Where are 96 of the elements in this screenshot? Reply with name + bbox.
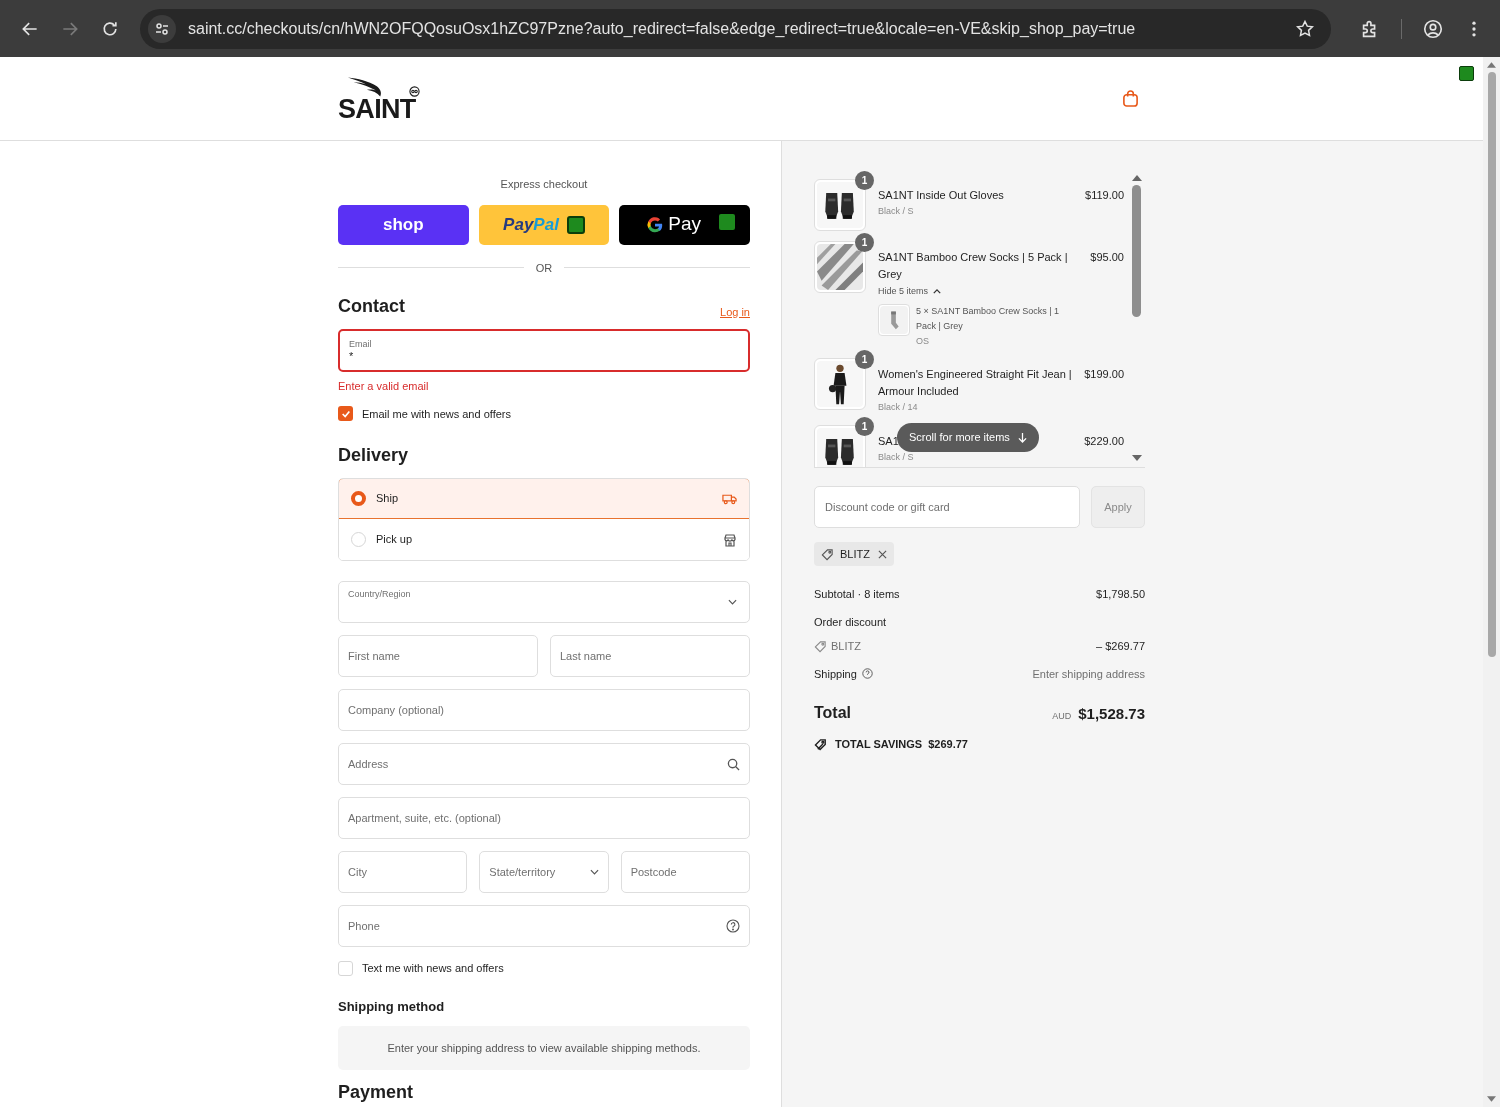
scroll-up-arrow-icon[interactable]	[1131, 175, 1142, 181]
checkbox-label: Email me with news and offers	[362, 406, 511, 422]
delivery-option[interactable]: Ship	[339, 479, 749, 519]
shop-pay-button[interactable]: shop	[338, 204, 469, 245]
google-pay-button[interactable]: Pay	[619, 204, 750, 245]
quantity-badge: 1	[855, 233, 874, 252]
product-price: $95.00	[1090, 250, 1124, 265]
toggle-link[interactable]: Hide 5 items	[878, 285, 942, 299]
product-title: SA1NT Bamboo Crew Socks | 5 Pack | Grey	[878, 250, 1069, 282]
scrollbar-thumb[interactable]	[1487, 72, 1496, 657]
input-field[interactable]: Phone	[338, 905, 750, 947]
product-variant: Black / 14	[878, 400, 919, 414]
summary-label: Order discount	[814, 614, 888, 630]
input-field[interactable]: Company (optional)	[338, 689, 750, 731]
radio-button[interactable]	[351, 491, 366, 506]
input-field[interactable]: First name	[338, 635, 538, 677]
help-icon[interactable]	[726, 919, 740, 933]
checkbox-label: Text me with news and offers	[362, 961, 504, 976]
shopping-bag-icon[interactable]	[1122, 89, 1139, 108]
discount-tag: BLITZ	[814, 542, 894, 566]
option-label: Pick up	[376, 532, 414, 548]
search-icon	[727, 757, 740, 771]
scroll-up-arrow-icon[interactable]	[1487, 62, 1496, 68]
option-label: Ship	[376, 491, 400, 507]
quantity-badge: 1	[855, 349, 874, 369]
summary-value: Enter shipping address	[1032, 666, 1145, 682]
bundle-item-title: 5 × SA1NT Bamboo Crew Socks | 1 Pack | Grey	[916, 304, 1060, 333]
truck-icon	[722, 492, 737, 505]
section-heading: Payment	[338, 1082, 414, 1102]
scroll-down-arrow-icon[interactable]	[1131, 455, 1142, 461]
input-field[interactable]: Postcode	[620, 851, 750, 893]
summary-value: $1,798.50	[1096, 587, 1145, 602]
profile-icon[interactable]	[1422, 17, 1444, 40]
product-title: SA1NT Inside Out Gloves	[878, 188, 1004, 203]
select-field[interactable]: Country/Region	[338, 581, 750, 623]
scroll-down-arrow-icon[interactable]	[1487, 1096, 1496, 1102]
checkbox[interactable]	[338, 960, 353, 976]
address-bar[interactable]: saint.cc/checkouts/cn/hWN2OFQQosuOsx1hZC97Pzne?auto_redirect=false&edge_redirect=true&locale=en-VE&skip_shop_pay=true	[140, 8, 1331, 49]
logo-text: SAINT	[338, 95, 416, 122]
savings-value: $269.77	[928, 737, 968, 752]
product-variant: OS	[916, 334, 930, 348]
help-icon[interactable]	[861, 668, 873, 680]
product-price: $199.00	[1084, 366, 1124, 382]
google-g-icon	[646, 215, 665, 234]
tag-icon	[821, 547, 834, 561]
url-text: saint.cc/checkouts/cn/hWN2OFQQosuOsx1hZC97Pzne?auto_redirect=false&edge_redirect=true&locale=en-VE&skip_shop_pay=true	[188, 18, 1137, 39]
total-label: Total	[814, 703, 852, 723]
login-link[interactable]: Log in	[720, 303, 750, 320]
product-price: $119.00	[1085, 188, 1124, 203]
scrollbar-thumb[interactable]	[1132, 185, 1141, 317]
quantity-badge: 1	[855, 171, 874, 190]
page-scrollbar[interactable]	[1483, 57, 1500, 1107]
apply-button[interactable]: Apply	[1091, 486, 1145, 528]
chevron-down-icon	[589, 869, 599, 875]
input-field[interactable]: Address	[338, 743, 750, 785]
divider-label: OR	[535, 260, 553, 276]
error-message: Enter a valid email	[338, 379, 430, 394]
tag-icon	[814, 737, 829, 751]
total-value: $1,528.73	[1078, 703, 1145, 724]
chevron-down-icon	[728, 599, 737, 605]
close-icon[interactable]	[877, 549, 887, 559]
paypal-button[interactable]: PayPal	[478, 204, 610, 245]
product-variant: Black / S	[878, 450, 915, 464]
product-price: $229.00	[1084, 433, 1124, 449]
logo[interactable]: SAINT	[338, 75, 416, 122]
summary-label: Subtotal · 8 items	[814, 587, 900, 602]
discount-code: BLITZ	[831, 639, 861, 654]
site-info-icon[interactable]	[148, 14, 176, 43]
tag-icon	[814, 639, 827, 653]
product-title: SA1	[878, 433, 899, 449]
store-icon	[723, 532, 737, 547]
scroll-hint-button[interactable]: Scroll for more items	[897, 423, 1039, 452]
select-field[interactable]: State/territory	[479, 851, 609, 893]
section-label: Express checkout	[499, 177, 589, 192]
input-field[interactable]: Last name	[550, 635, 750, 677]
section-heading: Contact	[338, 295, 405, 318]
summary-label: Shipping	[814, 666, 857, 682]
input-field[interactable]: Discount code or gift card	[814, 486, 1080, 528]
registered-mark-icon	[408, 85, 420, 97]
input-field[interactable]: Apartment, suite, etc. (optional)	[338, 797, 750, 839]
savings-label: TOTAL SAVINGS	[835, 737, 923, 752]
summary-value: – $269.77	[1096, 639, 1145, 654]
product-variant: Black / S	[878, 205, 915, 218]
bookmark-star-icon[interactable]	[1295, 18, 1315, 39]
input-field[interactable]: City	[338, 851, 468, 893]
checkmark-icon	[340, 408, 351, 419]
quantity-badge: 1	[855, 416, 874, 436]
section-heading: Shipping method	[338, 997, 446, 1016]
info-message: Enter your shipping address to view available shipping methods.	[338, 1026, 750, 1070]
product-title: Women's Engineered Straight Fit Jean | Armour Included	[878, 366, 1073, 399]
currency-code: AUD	[1052, 709, 1072, 723]
status-square-icon	[1459, 66, 1474, 81]
checkbox[interactable]	[338, 406, 353, 422]
arrow-down-icon	[1017, 432, 1027, 443]
section-heading: Delivery	[338, 444, 410, 467]
email-field[interactable]: Email *	[338, 329, 750, 372]
